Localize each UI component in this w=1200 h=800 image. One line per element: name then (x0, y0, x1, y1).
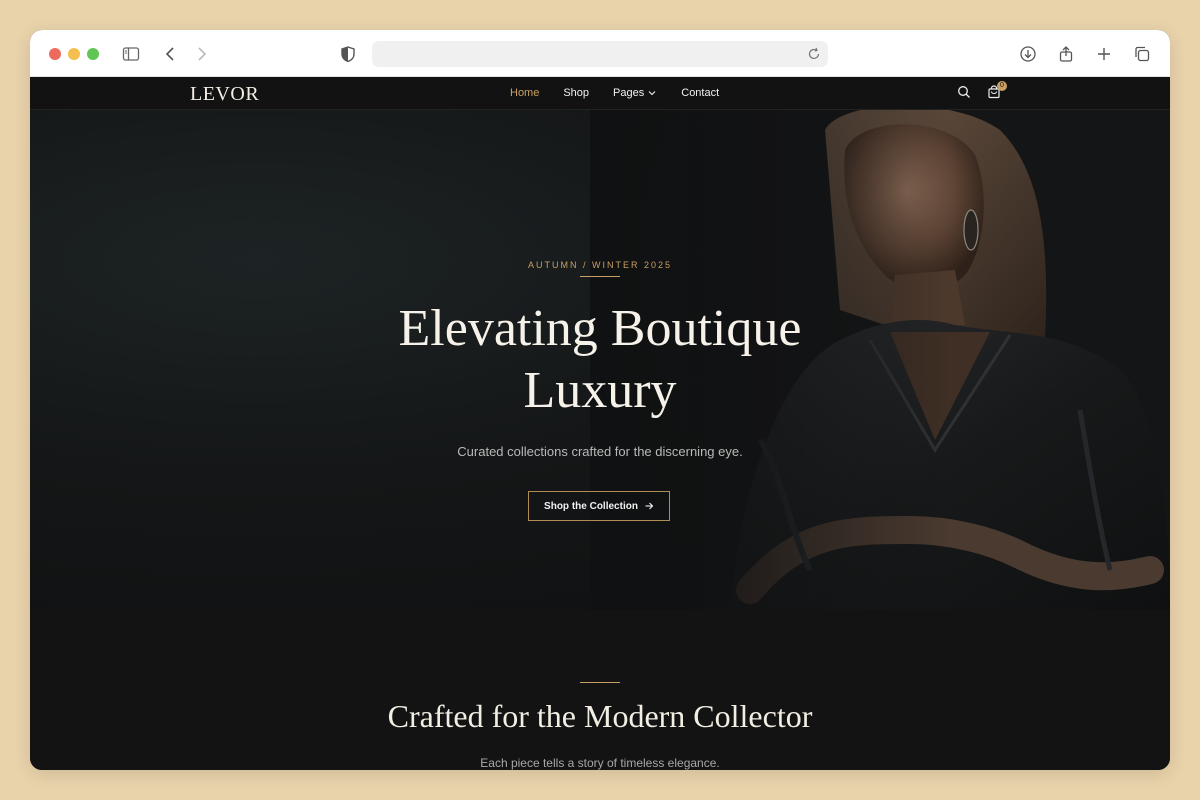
download-icon[interactable] (1017, 43, 1039, 65)
hero-section: AUTUMN / WINTER 2025 Elevating Boutique … (30, 110, 1170, 610)
section-title: Crafted for the Modern Collector (387, 698, 813, 734)
reload-icon[interactable] (806, 46, 822, 62)
nav-pages[interactable]: Pages (613, 87, 657, 99)
address-bar[interactable] (372, 41, 828, 67)
section-divider (580, 682, 620, 683)
hero-title: Elevating Boutique Luxury (300, 298, 900, 422)
sidebar-icon[interactable] (120, 43, 142, 65)
nav-contact[interactable]: Contact (681, 87, 719, 99)
nav-home-label: Home (510, 87, 540, 99)
minimize-window-button[interactable] (68, 48, 80, 60)
site-header: LEVOR Home Shop Pages Contact 0 (30, 77, 1170, 110)
nav-home[interactable]: Home (510, 87, 539, 99)
close-window-button[interactable] (49, 48, 61, 60)
nav-pages-label: Pages (613, 87, 645, 99)
chevron-down-icon (648, 91, 656, 96)
collector-section: Crafted for the Modern Collector Each pi… (30, 610, 1170, 770)
shop-collection-label: Shop the Collection (544, 500, 638, 512)
search-icon[interactable] (957, 85, 973, 101)
new-tab-icon[interactable] (1093, 43, 1115, 65)
hero-title-line-2: Luxury (523, 362, 677, 419)
browser-window: LEVOR Home Shop Pages Contact 0 AUTUMN /… (30, 30, 1170, 770)
shop-collection-button[interactable]: Shop the Collection (528, 491, 670, 521)
nav-shop[interactable]: Shop (563, 87, 589, 99)
site-logo[interactable]: LEVOR (190, 83, 259, 106)
section-subtitle: Each piece tells a story of timeless ele… (480, 756, 720, 770)
arrow-right-icon (645, 502, 654, 510)
forward-icon[interactable] (190, 43, 212, 65)
tabs-icon[interactable] (1131, 43, 1153, 65)
cart-button[interactable]: 0 (987, 81, 1007, 101)
shield-icon[interactable] (337, 43, 359, 65)
maximize-window-button[interactable] (87, 48, 99, 60)
browser-toolbar (30, 30, 1170, 77)
cart-count-badge: 0 (997, 81, 1007, 91)
hero-title-line-1: Elevating Boutique (398, 300, 802, 357)
eyebrow-divider (580, 276, 620, 277)
nav-contact-label: Contact (681, 87, 720, 99)
nav-shop-label: Shop (563, 87, 590, 99)
back-icon[interactable] (160, 43, 182, 65)
share-icon[interactable] (1055, 43, 1077, 65)
main-nav: Home Shop Pages Contact (510, 87, 719, 99)
hero-subtitle: Curated collections crafted for the disc… (457, 444, 743, 459)
hero-eyebrow: AUTUMN / WINTER 2025 (527, 260, 672, 270)
